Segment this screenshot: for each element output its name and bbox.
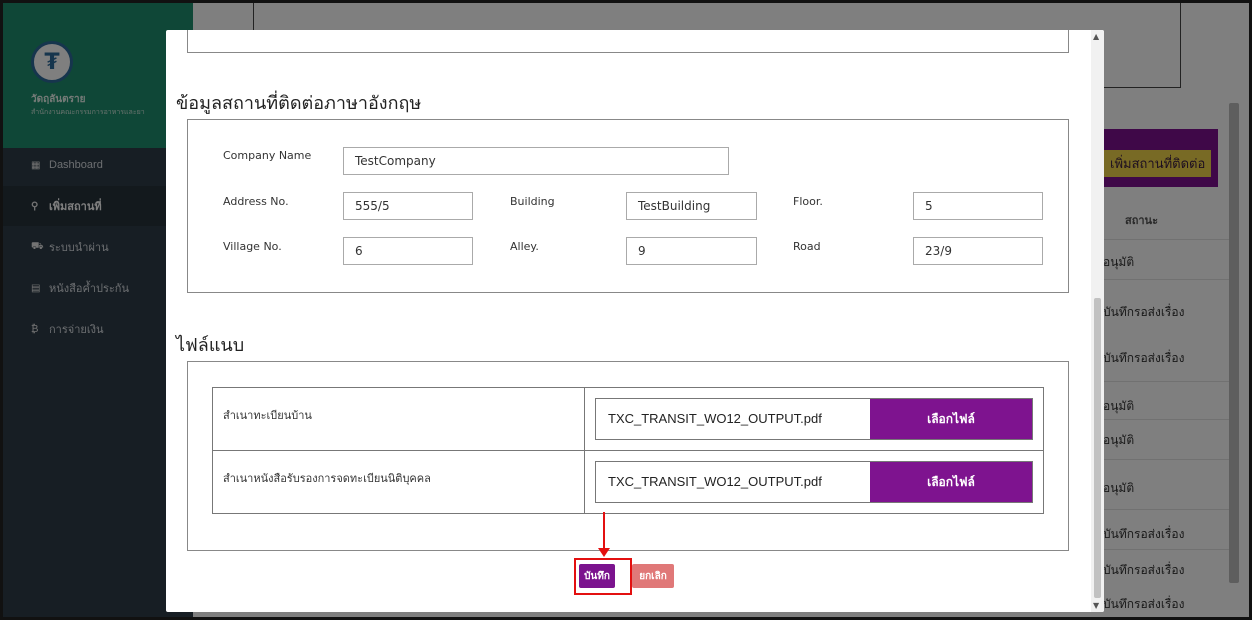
app-window: ₮ วัดฤลันตราย สำนักงานคณะกรรมการอาหารและ… bbox=[0, 0, 1252, 620]
road-input[interactable]: 23/9 bbox=[913, 237, 1043, 265]
annotation-arrow bbox=[603, 512, 605, 552]
attachment-name: สำเนาทะเบียนบ้าน bbox=[212, 387, 585, 451]
village-no-label: Village No. bbox=[223, 240, 282, 253]
file-name: TXC_TRANSIT_WO12_OUTPUT.pdf bbox=[608, 411, 822, 426]
attachment-name: สำเนาหนังสือรับรองการจดทะเบียนนิติบุคคล bbox=[212, 450, 585, 514]
english-address-heading: ข้อมูลสถานที่ติดต่อภาษาอังกฤษ bbox=[176, 93, 422, 114]
scroll-up-icon[interactable]: ▲ bbox=[1093, 32, 1099, 41]
save-button[interactable]: บันทึก bbox=[579, 564, 615, 588]
attachments-heading: ไฟล์แนบ bbox=[176, 335, 245, 356]
village-no-input[interactable]: 6 bbox=[343, 237, 473, 265]
file-input[interactable]: TXC_TRANSIT_WO12_OUTPUT.pdf เลือกไฟล์ bbox=[595, 461, 1033, 503]
table-row: สำเนาทะเบียนบ้าน TXC_TRANSIT_WO12_OUTPUT… bbox=[212, 387, 1044, 451]
scroll-thumb[interactable] bbox=[1094, 298, 1101, 598]
attachments-panel: สำเนาทะเบียนบ้าน TXC_TRANSIT_WO12_OUTPUT… bbox=[187, 361, 1069, 551]
company-name-input[interactable]: TestCompany bbox=[343, 147, 729, 175]
modal-scrollbar[interactable]: ▲ ▼ bbox=[1091, 30, 1104, 612]
address-no-label: Address No. bbox=[223, 195, 289, 208]
choose-file-button[interactable]: เลือกไฟล์ bbox=[870, 399, 1032, 439]
scroll-down-icon[interactable]: ▼ bbox=[1093, 601, 1099, 610]
company-name-label: Company Name bbox=[223, 149, 312, 162]
file-input[interactable]: TXC_TRANSIT_WO12_OUTPUT.pdf เลือกไฟล์ bbox=[595, 398, 1033, 440]
attachments-table: สำเนาทะเบียนบ้าน TXC_TRANSIT_WO12_OUTPUT… bbox=[212, 387, 1044, 514]
choose-file-button[interactable]: เลือกไฟล์ bbox=[870, 462, 1032, 502]
table-row: สำเนาหนังสือรับรองการจดทะเบียนนิติบุคคล … bbox=[212, 450, 1044, 514]
floor-input[interactable]: 5 bbox=[913, 192, 1043, 220]
address-no-input[interactable]: 555/5 bbox=[343, 192, 473, 220]
file-name: TXC_TRANSIT_WO12_OUTPUT.pdf bbox=[608, 474, 822, 489]
floor-label: Floor. bbox=[793, 195, 823, 208]
cancel-button[interactable]: ยกเลิก bbox=[632, 564, 674, 588]
annotation-arrow-head bbox=[598, 548, 610, 557]
attachment-picker-cell: TXC_TRANSIT_WO12_OUTPUT.pdf เลือกไฟล์ bbox=[584, 387, 1044, 451]
building-label: Building bbox=[510, 195, 555, 208]
road-label: Road bbox=[793, 240, 821, 253]
alley-label: Alley. bbox=[510, 240, 539, 253]
english-address-panel: Company Name TestCompany Address No. 555… bbox=[187, 119, 1069, 293]
building-input[interactable]: TestBuilding bbox=[626, 192, 757, 220]
attachment-picker-cell: TXC_TRANSIT_WO12_OUTPUT.pdf เลือกไฟล์ bbox=[584, 450, 1044, 514]
previous-section-panel bbox=[187, 30, 1069, 53]
alley-input[interactable]: 9 bbox=[626, 237, 757, 265]
edit-place-modal: ข้อมูลสถานที่ติดต่อภาษาอังกฤษ Company Na… bbox=[166, 30, 1104, 612]
